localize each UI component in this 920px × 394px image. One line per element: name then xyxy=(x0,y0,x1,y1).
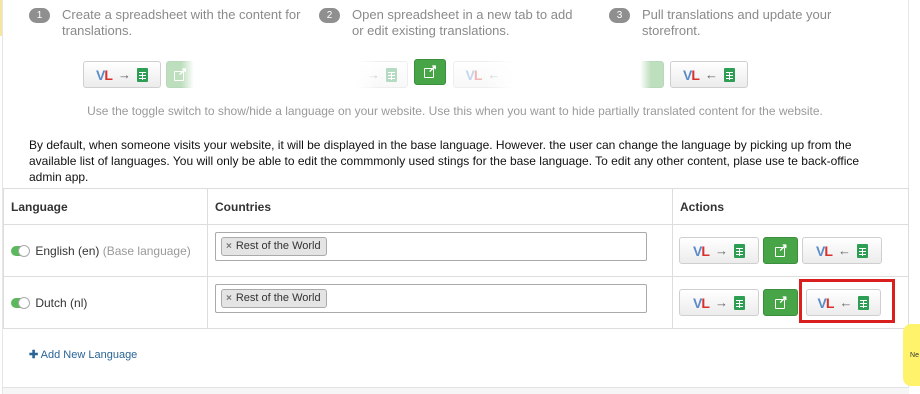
arrow-right-icon: → xyxy=(714,295,728,310)
create-spreadsheet-button-nl[interactable]: VL → xyxy=(679,289,759,316)
panel-footer xyxy=(3,387,909,394)
side-feedback-tab[interactable]: Ne xyxy=(903,324,920,386)
external-link-icon xyxy=(774,293,788,309)
open-sheet-illustration-faded xyxy=(166,61,194,88)
create-spreadsheet-button-en[interactable]: VL → xyxy=(679,237,759,264)
language-visibility-toggle[interactable] xyxy=(11,297,30,310)
spreadsheet-icon xyxy=(723,67,735,82)
external-link-icon xyxy=(424,62,437,78)
language-name: Dutch (nl) xyxy=(35,295,88,310)
external-link-icon xyxy=(774,241,788,257)
countries-cell: × Rest of the World xyxy=(207,276,673,329)
step-number: 1 xyxy=(29,8,50,23)
step-text: Open spreadsheet in a new tab to add or … xyxy=(352,7,573,38)
country-tag: × Rest of the World xyxy=(221,289,327,308)
base-language-description: By default, when someone visits your web… xyxy=(29,138,860,184)
spreadsheet-icon xyxy=(136,67,148,82)
pull-translations-button-en[interactable]: VL ← xyxy=(802,237,882,264)
arrow-right-icon: → xyxy=(117,67,131,82)
vl-logo-icon: VL xyxy=(465,66,483,83)
vl-logo-icon: VL xyxy=(96,66,113,83)
add-new-language-label: Add New Language xyxy=(40,349,138,361)
toggle-hint: Use the toggle switch to show/hide a lan… xyxy=(87,104,823,118)
external-link-icon xyxy=(174,65,187,81)
country-tag: × Rest of the World xyxy=(221,237,327,256)
vl-logo-icon: VL xyxy=(693,242,710,259)
countries-select[interactable]: × Rest of the World xyxy=(215,232,647,261)
column-header-actions: Actions xyxy=(672,188,909,225)
column-header-countries: Countries xyxy=(207,188,673,225)
open-spreadsheet-button-en[interactable] xyxy=(763,237,798,264)
pull-translations-illustration: VL ← xyxy=(670,61,748,88)
column-header-language: Language xyxy=(3,188,208,225)
create-spreadsheet-illustration-faded: → xyxy=(356,61,408,88)
arrow-right-icon: → xyxy=(714,243,728,258)
vl-logo-icon: VL xyxy=(816,242,833,259)
arrow-right-icon: → xyxy=(367,67,380,82)
arrow-left-icon: ← xyxy=(837,243,851,258)
plus-icon: ✚ xyxy=(29,349,39,361)
language-cell: Dutch (nl) xyxy=(3,276,208,329)
language-visibility-toggle[interactable] xyxy=(11,245,30,258)
remove-tag-icon[interactable]: × xyxy=(226,238,232,255)
step-number: 3 xyxy=(609,8,630,23)
spreadsheet-icon xyxy=(386,67,397,82)
spreadsheet-icon xyxy=(733,243,745,258)
countries-cell: × Rest of the World xyxy=(207,224,673,277)
vl-logo-icon: VL xyxy=(693,294,710,311)
language-name: English (en) xyxy=(35,243,100,258)
spreadsheet-icon xyxy=(856,243,868,258)
step-text: Pull translations and update your storef… xyxy=(642,7,832,38)
vl-logo-icon: VL xyxy=(683,66,700,83)
open-sheet-illustration xyxy=(414,59,446,85)
open-sheet-illustration-faded xyxy=(640,61,664,88)
country-tag-label: Rest of the World xyxy=(235,240,321,252)
highlight-box xyxy=(799,279,895,323)
step-number: 2 xyxy=(319,8,340,23)
side-tab-label: Ne xyxy=(910,351,919,359)
pull-translations-illustration-faded: VL ← xyxy=(453,61,513,88)
arrow-left-icon: ← xyxy=(704,67,718,82)
add-new-language-link[interactable]: ✚ Add New Language xyxy=(29,348,137,361)
remove-tag-icon[interactable]: × xyxy=(226,290,232,307)
language-cell: English (en) (Base language) xyxy=(3,224,208,277)
countries-select[interactable]: × Rest of the World xyxy=(215,284,647,313)
country-tag-label: Rest of the World xyxy=(235,292,321,304)
step-text: Create a spreadsheet with the content fo… xyxy=(62,7,301,38)
create-spreadsheet-illustration: VL → xyxy=(83,61,161,88)
spreadsheet-icon xyxy=(733,295,745,310)
table-header-row: Language Countries Actions xyxy=(3,188,909,225)
open-spreadsheet-button-nl[interactable] xyxy=(763,289,798,316)
base-language-label: (Base language) xyxy=(102,243,191,258)
arrow-left-icon: ← xyxy=(487,67,501,82)
